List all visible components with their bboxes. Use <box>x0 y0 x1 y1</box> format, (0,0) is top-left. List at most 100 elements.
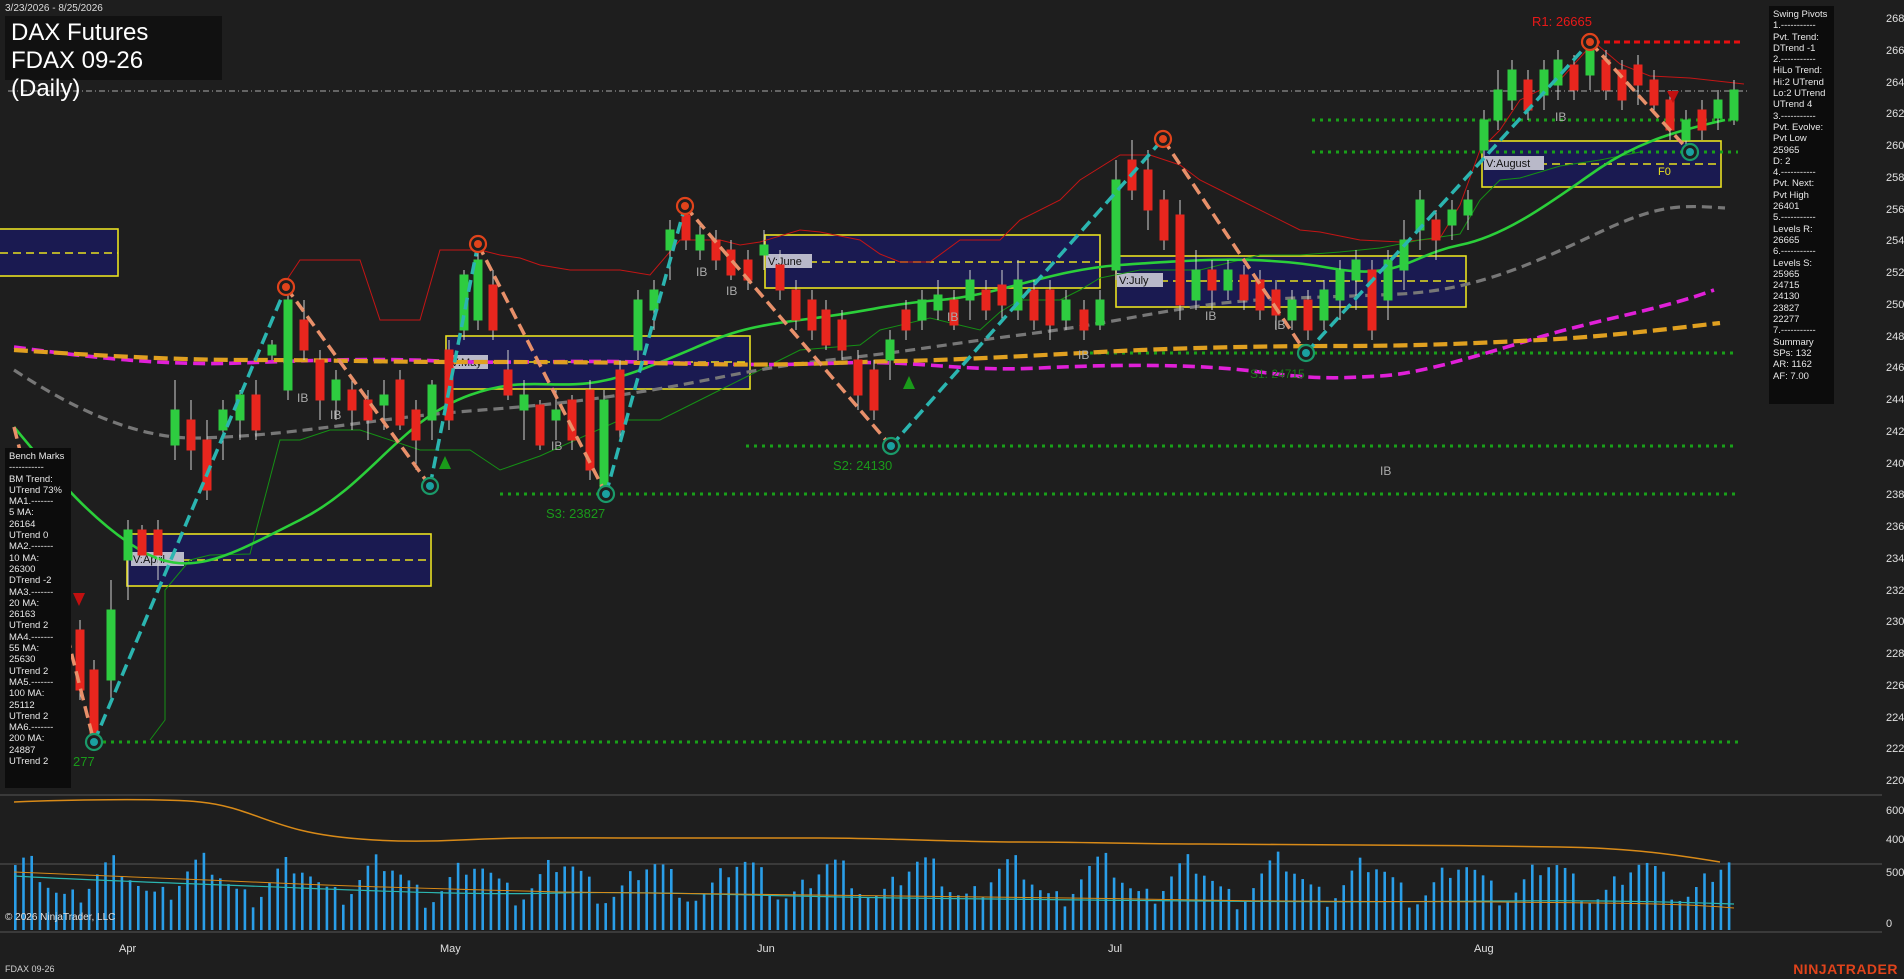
price-tick-label: 25000 <box>1886 298 1904 311</box>
panel-line: AF: 7.00 <box>1773 370 1809 382</box>
ib-label: IB <box>696 265 707 279</box>
volume-bar <box>350 894 353 930</box>
volume-bar <box>268 882 271 930</box>
panel-line: 26401 <box>1773 201 1800 213</box>
volume-layer <box>13 851 1735 930</box>
candle-body <box>1431 219 1441 241</box>
panel-line: 200 MA: <box>9 733 45 745</box>
volume-bar <box>1531 864 1534 930</box>
volume-bar <box>186 871 189 930</box>
panel-line: UTrend 0 <box>9 530 49 542</box>
volume-bar <box>686 901 689 930</box>
volume-bar <box>1449 877 1452 930</box>
panel-line: 24887 <box>9 744 36 756</box>
volume-bar <box>522 899 525 930</box>
volume-bar <box>1137 891 1140 930</box>
volume-bar <box>301 872 304 930</box>
panel-line: 20 MA: <box>9 597 40 609</box>
candle-body <box>411 409 421 441</box>
price-tick-label: 26200 <box>1886 108 1904 121</box>
panel-line: Pvt. Evolve: <box>1773 121 1824 133</box>
panel-line: 7.----------- <box>1773 325 1816 337</box>
volume-bar <box>1678 900 1682 930</box>
pivot-dot <box>90 738 98 746</box>
price-tick-label: 25200 <box>1886 267 1904 279</box>
candle-body <box>599 399 609 491</box>
copyright: © 2026 NinjaTrader, LLC <box>5 912 116 923</box>
candle-body <box>1239 274 1249 301</box>
volume-bar <box>366 865 370 930</box>
candle-body <box>503 369 513 396</box>
candle-body <box>1681 119 1691 141</box>
price-tick-label: 26800 <box>1886 13 1904 25</box>
ib-label: IB <box>1380 464 1391 478</box>
volume-bar <box>1203 875 1206 930</box>
volume-bar <box>719 868 722 930</box>
panel-line: 24130 <box>1773 291 1800 303</box>
swing-pivots-panel: Swing Pivots 1.----------- Pvt. Trend: DTre… <box>1769 6 1834 404</box>
volume-bar <box>1096 856 1099 930</box>
volume-bar <box>1383 871 1386 930</box>
panel-line: 55 MA: <box>9 643 40 655</box>
candle-body <box>1713 99 1723 119</box>
volume-bar <box>760 867 763 930</box>
volume-bar <box>1424 895 1427 930</box>
volume-bar <box>1358 857 1362 930</box>
volume-bar <box>1326 906 1329 930</box>
volume-bar <box>571 866 575 930</box>
panel-line: UTrend 2 <box>9 710 49 722</box>
pivot-dot <box>474 240 482 248</box>
volume-bar <box>1121 882 1124 930</box>
volume-bar <box>1334 898 1337 930</box>
volume-bar <box>178 885 181 930</box>
candle-body <box>821 309 831 346</box>
volume-bar <box>1727 862 1731 930</box>
candle-body <box>1507 69 1517 101</box>
panel-line: Pvt Low <box>1773 133 1807 145</box>
pivot-dot <box>1586 38 1594 46</box>
panel-line: 25630 <box>9 654 36 666</box>
panel-line: D: 2 <box>1773 155 1791 167</box>
price-chart[interactable]: V:AprilV:MayV:JuneV:JulyV:August R1: 266… <box>0 0 1904 979</box>
candle-body <box>379 394 389 406</box>
panel-line: 4.----------- <box>1773 167 1816 179</box>
volume-bar <box>629 871 632 930</box>
candle-body <box>1029 289 1039 321</box>
ma-20-line <box>13 118 1726 565</box>
volume-bar <box>1211 880 1214 930</box>
volume-bar <box>1695 887 1698 930</box>
ib-label: IB <box>1274 318 1285 332</box>
panel-line: Lo:2 UTrend <box>1773 88 1826 100</box>
candle-body <box>633 299 643 351</box>
volume-bar <box>46 887 50 930</box>
month-label: Jun <box>757 943 775 955</box>
volume-bar <box>653 864 657 930</box>
price-tick-label: 22800 <box>1886 648 1904 660</box>
panel-line: MA3.------- <box>9 586 54 598</box>
panel-line: MA4.------- <box>9 631 54 643</box>
volume-bar <box>202 852 206 930</box>
candle-body <box>711 239 721 261</box>
volume-bar <box>735 866 739 930</box>
volume-bar <box>784 898 788 930</box>
price-tick-label: 23000 <box>1886 616 1904 629</box>
candle-body <box>1191 269 1201 301</box>
volume-bar <box>1268 860 1272 930</box>
volume-bar <box>1498 905 1501 930</box>
volume-bar <box>456 862 460 930</box>
candle-body <box>695 234 705 251</box>
candle-body <box>1255 279 1265 311</box>
volume-bar <box>1555 865 1559 930</box>
volume-bar <box>866 897 870 930</box>
volume-bar <box>637 880 640 930</box>
panel-line: SPs: 132 <box>1773 347 1812 359</box>
volume-bar <box>481 868 484 930</box>
panel-line: DTrend -2 <box>9 575 52 587</box>
volume-bar <box>1178 863 1181 930</box>
volume-bar <box>752 862 755 930</box>
month-label: May <box>440 943 461 955</box>
price-tick-label: 24000 <box>1886 457 1904 470</box>
pivot-dot <box>1686 148 1694 156</box>
value-area-label: V:August <box>1484 156 1544 170</box>
volume-bar <box>1162 891 1165 930</box>
